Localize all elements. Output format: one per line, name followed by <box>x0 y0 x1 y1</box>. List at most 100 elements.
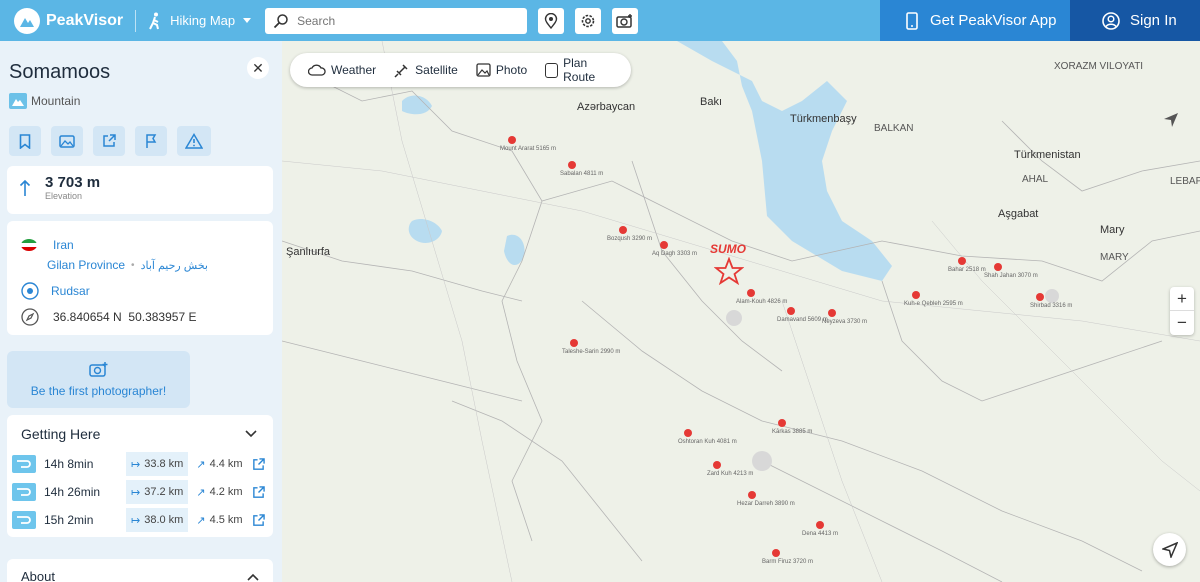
search-box[interactable] <box>265 7 528 34</box>
peak-marker[interactable] <box>816 521 824 529</box>
peak-label: Dena 4413 m <box>802 531 839 537</box>
about-section[interactable]: About <box>7 559 273 582</box>
selected-peak-label: SUMO <box>710 242 746 256</box>
close-button[interactable]: ✕ <box>247 57 269 79</box>
map-pin-icon <box>544 12 558 29</box>
hiker-icon <box>149 12 160 29</box>
my-location-button[interactable] <box>1153 533 1186 566</box>
get-app-button[interactable]: Get PeakVisor App <box>880 0 1070 41</box>
map-view[interactable]: Azərbaycan Bakı Türkmenbaşy BALKAN Türkm… <box>282 41 1200 582</box>
search-input[interactable] <box>297 13 498 28</box>
peak-label: Bahar 2518 m <box>948 267 986 273</box>
peak-marker[interactable] <box>994 263 1002 271</box>
brand-logo[interactable]: PeakVisor <box>14 7 123 34</box>
peak-marker[interactable] <box>747 289 755 297</box>
peak-marker[interactable] <box>787 307 795 315</box>
getting-here-card: Getting Here 14h 8min ↦ 33.8 km ↗ 4.4 km 1… <box>7 415 273 537</box>
satellite-label: Satellite <box>415 63 458 77</box>
coordinates: 36.840654 N 50.383957 E <box>53 310 197 324</box>
satellite-toggle[interactable]: Satellite <box>394 62 458 78</box>
panorama-icon <box>59 134 75 148</box>
bookmark-button[interactable] <box>9 126 41 156</box>
peak-marker[interactable] <box>958 257 966 265</box>
cloud-icon <box>308 64 326 76</box>
flag-button[interactable] <box>135 126 167 156</box>
peak-marker[interactable] <box>1036 293 1044 301</box>
peak-marker[interactable] <box>713 461 721 469</box>
country-label: Türkmenistan <box>1014 149 1081 161</box>
star-marker-icon[interactable] <box>714 257 744 285</box>
share-button[interactable] <box>93 126 125 156</box>
route-ascent: ↗ 4.2 km <box>196 486 243 499</box>
zoom-in-button[interactable]: + <box>1170 287 1194 311</box>
close-icon: ✕ <box>252 59 264 76</box>
peak-marker[interactable] <box>660 241 668 249</box>
peak-marker[interactable] <box>568 161 576 169</box>
location-button[interactable] <box>538 7 565 34</box>
satellite-icon <box>394 64 408 78</box>
about-title: About <box>21 569 55 582</box>
bookmark-icon <box>19 133 31 149</box>
panorama-button[interactable] <box>51 126 83 156</box>
route-item[interactable]: 14h 8min ↦ 33.8 km ↗ 4.4 km <box>7 452 273 476</box>
elevation-value: 3 703 m <box>45 174 101 191</box>
peak-marker[interactable] <box>748 491 756 499</box>
peak-type-label: Mountain <box>31 94 81 108</box>
sign-in-button[interactable]: Sign In <box>1070 0 1200 41</box>
route-distance: ↦ 37.2 km <box>126 480 189 504</box>
add-photo-button[interactable] <box>612 7 639 34</box>
peakvisor-logo-icon <box>14 7 40 34</box>
elevation-card: 3 703 m Elevation <box>7 166 273 214</box>
peak-label: Bozqush 3290 m <box>607 236 653 242</box>
route-icon <box>12 455 36 473</box>
peak-marker[interactable] <box>684 429 692 437</box>
add-first-photo[interactable]: Be the first photographer! <box>7 351 190 408</box>
city-label: Aşgabat <box>998 208 1039 220</box>
peak-label: Aq Dagh 3303 m <box>652 251 698 257</box>
external-link-icon[interactable] <box>252 513 266 527</box>
peak-type: Mountain <box>9 93 80 109</box>
peak-marker[interactable] <box>778 419 786 427</box>
ascent-icon: ↗ <box>196 514 206 527</box>
peak-marker[interactable] <box>570 339 578 347</box>
country-label: Azərbaycan <box>577 101 636 113</box>
settings-button[interactable] <box>575 7 602 34</box>
peak-marker[interactable] <box>508 136 516 144</box>
zoom-out-button[interactable]: − <box>1170 311 1194 335</box>
action-bar <box>9 126 211 156</box>
peak-label: Neyzeva 3730 m <box>822 319 868 325</box>
image-icon <box>476 63 491 77</box>
iran-flag-icon <box>21 239 37 251</box>
route-icon <box>12 511 36 529</box>
report-button[interactable] <box>177 126 211 156</box>
weather-toggle[interactable]: Weather <box>308 63 376 77</box>
route-item[interactable]: 14h 26min ↦ 37.2 km ↗ 4.2 km <box>7 480 273 504</box>
route-icon <box>12 483 36 501</box>
route-item[interactable]: 15h 2min ↦ 38.0 km ↗ 4.5 km <box>7 508 273 532</box>
district-link[interactable]: بخش رحیم آباد <box>141 259 208 272</box>
caret-down-icon <box>243 18 252 23</box>
peak-name: Somamoos <box>9 61 111 83</box>
distance-icon: ↦ <box>131 486 141 499</box>
province-link[interactable]: Gilan Province <box>47 258 125 272</box>
peak-marker[interactable] <box>912 291 920 299</box>
peak-marker[interactable] <box>619 226 627 234</box>
peak-marker[interactable] <box>772 549 780 557</box>
peak-marker[interactable] <box>828 309 836 317</box>
country-link[interactable]: Iran <box>53 238 74 252</box>
county-link[interactable]: Rudsar <box>51 284 90 298</box>
map-rotate-icon[interactable] <box>1162 111 1180 129</box>
chevron-down-icon[interactable] <box>245 430 257 438</box>
city-label: Bakı <box>700 96 723 108</box>
photo-toggle[interactable]: Photo <box>476 63 527 77</box>
ascent-icon: ↗ <box>196 458 206 471</box>
external-link-icon[interactable] <box>252 485 266 499</box>
distance-icon: ↦ <box>131 458 141 471</box>
route-distance: ↦ 38.0 km <box>126 508 189 532</box>
peak-label: Shirbad 3316 m <box>1030 303 1073 309</box>
external-link-icon[interactable] <box>252 457 266 471</box>
plan-route-toggle[interactable]: Plan Route <box>545 56 613 84</box>
region-label: XORAZM VILOYATI <box>1054 61 1144 72</box>
route-ascent: ↗ 4.4 km <box>196 458 243 471</box>
map-mode-select[interactable]: Hiking Map <box>148 12 252 30</box>
